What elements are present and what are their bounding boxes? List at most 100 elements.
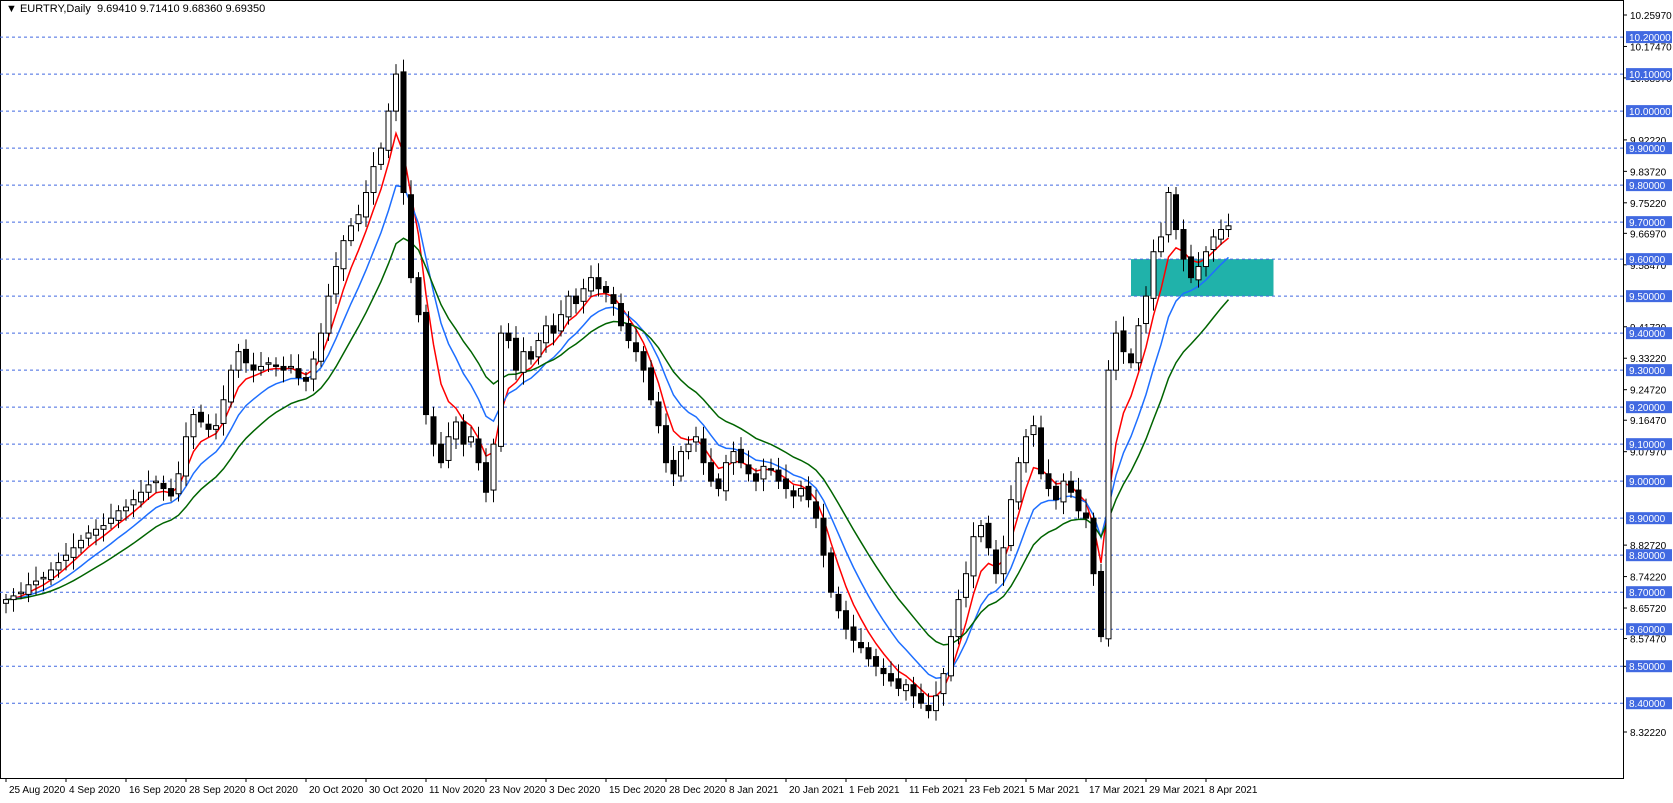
date-tick-label: 23 Nov 2020 — [489, 785, 546, 796]
candle-body — [963, 573, 969, 598]
candle-body — [820, 517, 827, 556]
date-tick-label: 17 Mar 2021 — [1089, 785, 1146, 796]
candle-body — [715, 478, 722, 490]
candle-body — [325, 295, 332, 334]
candle-body — [1098, 570, 1104, 638]
candle-body — [1083, 512, 1089, 519]
candle-body — [1023, 436, 1029, 464]
candle-body — [505, 332, 512, 342]
date-tick-label: 11 Feb 2021 — [909, 785, 965, 796]
candle-body — [1188, 256, 1194, 279]
candle-body — [633, 342, 639, 353]
candle-body — [258, 365, 264, 371]
date-tick-label: 8 Apr 2021 — [1209, 785, 1258, 796]
candle-body — [895, 678, 902, 689]
candle-body — [198, 411, 204, 423]
candle-body — [1038, 427, 1044, 475]
candle-body — [138, 491, 144, 503]
level-label: 8.90000 — [1629, 514, 1666, 525]
candle-body — [738, 448, 744, 464]
candle-body — [1045, 473, 1052, 490]
candle-body — [310, 358, 317, 380]
collapse-icon[interactable]: ▼ — [6, 3, 17, 15]
candle-body — [3, 599, 9, 604]
date-tick-label: 16 Sep 2020 — [129, 785, 186, 796]
candle-body — [730, 451, 737, 464]
candle-body — [1015, 462, 1022, 503]
candle-body — [400, 71, 407, 194]
candle-body — [1030, 425, 1037, 436]
price-tick-label: 8.74220 — [1630, 573, 1667, 584]
candle-body — [468, 436, 474, 443]
candle — [408, 180, 414, 284]
candle-body — [835, 593, 842, 612]
candle-body — [85, 532, 92, 539]
candle-body — [183, 436, 189, 477]
candle-body — [1113, 332, 1119, 371]
level-label: 9.20000 — [1629, 403, 1666, 414]
candle-body — [768, 468, 774, 471]
candle-body — [1060, 480, 1067, 503]
candle-body — [445, 436, 452, 461]
candle-body — [108, 517, 114, 524]
candle-body — [130, 499, 137, 506]
candle-body — [843, 610, 849, 630]
candle-body — [100, 525, 107, 530]
candle-body — [798, 488, 804, 497]
candle-body — [1128, 353, 1134, 364]
candle — [423, 304, 429, 425]
candle-body — [543, 325, 549, 344]
candle-body — [1210, 236, 1217, 251]
candle-body — [813, 501, 819, 519]
candle-body — [453, 421, 459, 440]
candle-body — [243, 348, 249, 364]
candle-body — [1180, 229, 1187, 260]
chart-header: ▼ EURTRY,Daily 9.69410 9.71410 9.68360 9… — [6, 3, 265, 15]
candle-body — [985, 522, 992, 549]
candle-body — [48, 569, 54, 581]
candle — [1105, 360, 1112, 647]
price-tick-label: 10.17470 — [1630, 42, 1672, 53]
level-label: 9.70000 — [1629, 218, 1666, 229]
date-tick-label: 8 Jan 2021 — [729, 785, 779, 796]
candle-body — [490, 443, 497, 491]
candle — [1165, 186, 1172, 243]
candle-body — [1120, 330, 1127, 353]
candle-body — [78, 539, 84, 549]
date-tick-label: 25 Aug 2020 — [9, 785, 66, 796]
candle-body — [55, 562, 62, 571]
price-tick-label: 9.75220 — [1630, 199, 1667, 210]
candle-body — [760, 465, 767, 480]
candle-body — [708, 462, 714, 482]
candle-body — [1143, 295, 1149, 325]
candle-body — [70, 547, 77, 558]
level-label: 8.50000 — [1629, 662, 1666, 673]
candle-body — [663, 425, 669, 464]
candle-body — [1158, 236, 1164, 253]
candle-body — [483, 462, 489, 493]
candle — [498, 325, 504, 452]
price-tick-label: 9.24720 — [1630, 386, 1667, 397]
date-tick-label: 5 Mar 2021 — [1029, 785, 1080, 796]
candle-body — [655, 401, 662, 427]
candle-body — [580, 288, 587, 302]
candle-body — [475, 438, 482, 464]
candle-body — [340, 240, 347, 270]
candle-body — [145, 484, 152, 493]
candle-body — [333, 266, 339, 295]
date-tick-label: 3 Dec 2020 — [549, 785, 601, 796]
ohlc-readout: 9.69410 9.71410 9.68360 9.69350 — [97, 3, 266, 15]
candle-body — [550, 325, 557, 334]
candle-body — [1053, 485, 1059, 501]
level-label: 9.80000 — [1629, 181, 1666, 192]
price-tick-label: 9.83720 — [1630, 167, 1667, 178]
date-tick-label: 8 Oct 2020 — [249, 785, 298, 796]
candle-body — [1165, 192, 1172, 236]
candle-body — [603, 286, 609, 293]
level-label: 9.90000 — [1629, 144, 1666, 155]
candle-body — [858, 642, 864, 649]
price-tick-label: 9.66970 — [1630, 229, 1667, 240]
level-label: 8.40000 — [1629, 699, 1666, 710]
candle-body — [1105, 369, 1112, 640]
candle — [678, 446, 684, 482]
